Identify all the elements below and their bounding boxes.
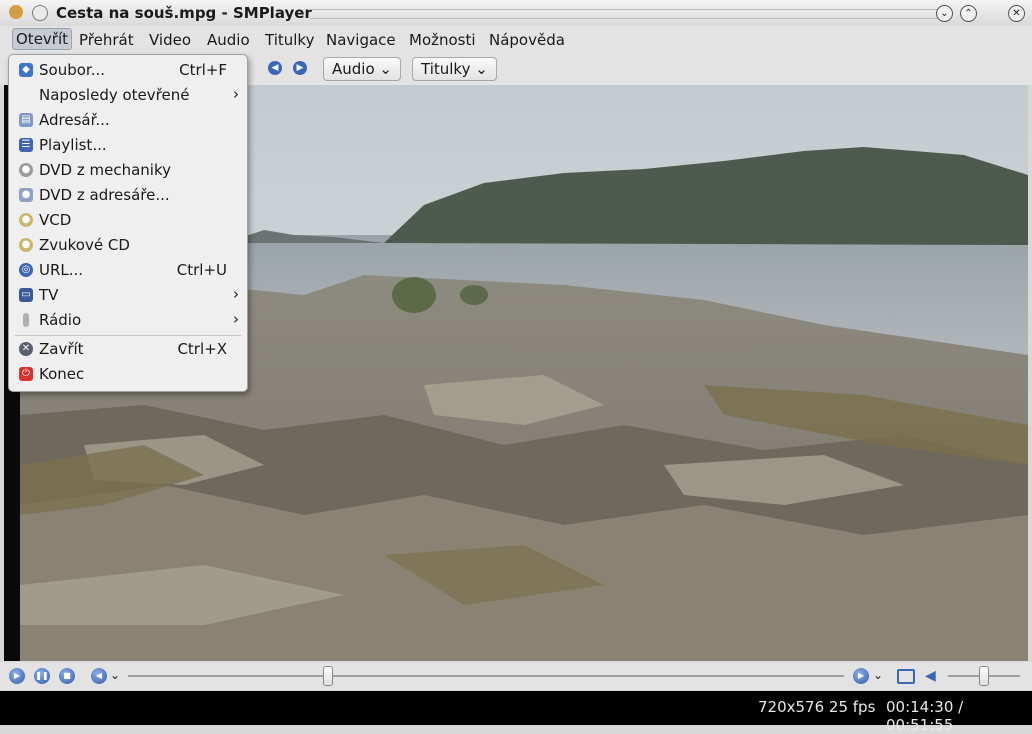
vcd-icon: ● bbox=[19, 213, 33, 227]
playlist-icon: ☰ bbox=[19, 138, 33, 152]
play-icon[interactable]: ▶ bbox=[9, 668, 25, 684]
dvd-folder-icon: ● bbox=[19, 188, 33, 202]
dvd-icon: ● bbox=[19, 163, 33, 177]
menu-item-file[interactable]: ◆ Soubor... Ctrl+F bbox=[11, 58, 245, 83]
seek-bar[interactable] bbox=[128, 675, 844, 677]
menu-item-label: TV bbox=[39, 286, 59, 304]
menu-item-close[interactable]: ✕ Zavřít Ctrl+X bbox=[11, 337, 245, 362]
menu-item-dvd-drive[interactable]: ● DVD z mechaniky bbox=[11, 158, 245, 183]
title-decoration bbox=[310, 9, 942, 19]
menu-item-label: Soubor... bbox=[39, 61, 105, 79]
status-bar: 720x576 25 fps 00:14:30 / 00:51:55 bbox=[0, 691, 1032, 734]
menu-navigation[interactable]: Navigace bbox=[323, 30, 399, 50]
menu-play[interactable]: Přehrát bbox=[76, 30, 137, 50]
menu-item-label: DVD z adresáře... bbox=[39, 186, 170, 204]
menu-separator bbox=[15, 335, 241, 336]
menu-item-shortcut: Ctrl+X bbox=[177, 340, 227, 358]
fullscreen-icon[interactable] bbox=[897, 669, 915, 684]
menu-item-url[interactable]: ◎ URL... Ctrl+U bbox=[11, 258, 245, 283]
title-bar: Cesta na souš.mpg - SMPlayer ⌄ ⌃ ✕ bbox=[0, 0, 1032, 27]
seek-handle[interactable] bbox=[323, 666, 334, 686]
previous-icon[interactable]: ◀ bbox=[268, 61, 282, 75]
chevron-down-icon: ⌄ bbox=[475, 60, 488, 78]
menu-item-playlist[interactable]: ☰ Playlist... bbox=[11, 133, 245, 158]
chevron-right-icon: › bbox=[233, 85, 239, 103]
pause-icon[interactable]: ❚❚ bbox=[34, 668, 50, 684]
menu-item-label: Konec bbox=[39, 365, 85, 383]
stop-icon[interactable]: ■ bbox=[59, 668, 75, 684]
menu-video[interactable]: Video bbox=[146, 30, 194, 50]
window-title: Cesta na souš.mpg - SMPlayer bbox=[56, 4, 312, 22]
chevron-right-icon: › bbox=[233, 310, 239, 328]
file-icon: ◆ bbox=[19, 63, 33, 77]
subtitles-dropdown-label: Titulky bbox=[421, 60, 471, 78]
menu-bar: Otevřít Přehrát Video Audio Titulky Navi… bbox=[0, 26, 1032, 52]
menu-help[interactable]: Nápověda bbox=[486, 30, 568, 50]
forward-icon[interactable]: ▶ bbox=[853, 668, 869, 684]
menu-item-label: URL... bbox=[39, 261, 84, 279]
menu-item-label: Naposledy otevřené bbox=[39, 86, 190, 104]
menu-item-vcd[interactable]: ● VCD bbox=[11, 208, 245, 233]
menu-subtitles[interactable]: Titulky bbox=[262, 30, 317, 50]
menu-item-audio-cd[interactable]: ● Zvukové CD bbox=[11, 233, 245, 258]
next-icon[interactable]: ▶ bbox=[293, 61, 307, 75]
menu-item-dvd-folder[interactable]: ● DVD z adresáře... bbox=[11, 183, 245, 208]
menu-audio[interactable]: Audio bbox=[204, 30, 253, 50]
subtitles-dropdown-button[interactable]: Titulky ⌄ bbox=[412, 57, 497, 81]
app-icon[interactable] bbox=[9, 5, 23, 19]
maximize-button[interactable]: ⌃ bbox=[960, 5, 977, 22]
menu-item-label: Playlist... bbox=[39, 136, 107, 154]
chevron-down-icon[interactable]: ⌄ bbox=[873, 668, 883, 682]
chevron-right-icon: › bbox=[233, 285, 239, 303]
window-pin-icon[interactable] bbox=[32, 5, 48, 21]
close-window-button[interactable]: ✕ bbox=[1008, 5, 1025, 22]
audio-dropdown-button[interactable]: Audio ⌄ bbox=[323, 57, 401, 81]
open-menu: ◆ Soubor... Ctrl+F Naposledy otevřené › … bbox=[8, 54, 248, 392]
menu-options[interactable]: Možnosti bbox=[406, 30, 479, 50]
globe-icon: ◎ bbox=[19, 263, 33, 277]
menu-item-tv[interactable]: ▭ TV › bbox=[11, 283, 245, 308]
menu-item-label: Zvukové CD bbox=[39, 236, 130, 254]
menu-item-recent[interactable]: Naposledy otevřené › bbox=[11, 83, 245, 108]
menu-item-quit[interactable]: ⏻ Konec bbox=[11, 362, 245, 387]
power-icon: ⏻ bbox=[19, 367, 33, 381]
menu-item-folder[interactable]: ▤ Adresář... bbox=[11, 108, 245, 133]
tv-icon: ▭ bbox=[19, 288, 33, 302]
chevron-down-icon[interactable]: ⌄ bbox=[110, 668, 120, 682]
close-icon: ✕ bbox=[19, 342, 33, 356]
radio-icon bbox=[23, 313, 29, 327]
minimize-button[interactable]: ⌄ bbox=[936, 5, 953, 22]
volume-icon[interactable]: ◀ bbox=[925, 668, 936, 684]
folder-icon: ▤ bbox=[19, 113, 33, 127]
chevron-down-icon: ⌄ bbox=[379, 60, 392, 78]
menu-item-shortcut: Ctrl+U bbox=[176, 261, 227, 279]
audio-cd-icon: ● bbox=[19, 238, 33, 252]
video-info: 720x576 25 fps bbox=[758, 698, 876, 716]
menu-item-shortcut: Ctrl+F bbox=[179, 61, 227, 79]
rewind-icon[interactable]: ◀ bbox=[91, 668, 107, 684]
volume-handle[interactable] bbox=[979, 666, 989, 686]
time-display: 00:14:30 / 00:51:55 bbox=[886, 698, 964, 734]
menu-item-label: Adresář... bbox=[39, 111, 110, 129]
menu-item-radio[interactable]: Rádio › bbox=[11, 308, 245, 333]
audio-dropdown-label: Audio bbox=[332, 60, 375, 78]
control-bar: ▶ ❚❚ ■ ◀ ⌄ ▶ ⌄ ◀ bbox=[0, 662, 1032, 690]
menu-item-label: Zavřít bbox=[39, 340, 84, 358]
menu-item-label: DVD z mechaniky bbox=[39, 161, 171, 179]
menu-open[interactable]: Otevřít bbox=[12, 28, 73, 50]
menu-item-label: Rádio bbox=[39, 311, 82, 329]
menu-item-label: VCD bbox=[39, 211, 72, 229]
